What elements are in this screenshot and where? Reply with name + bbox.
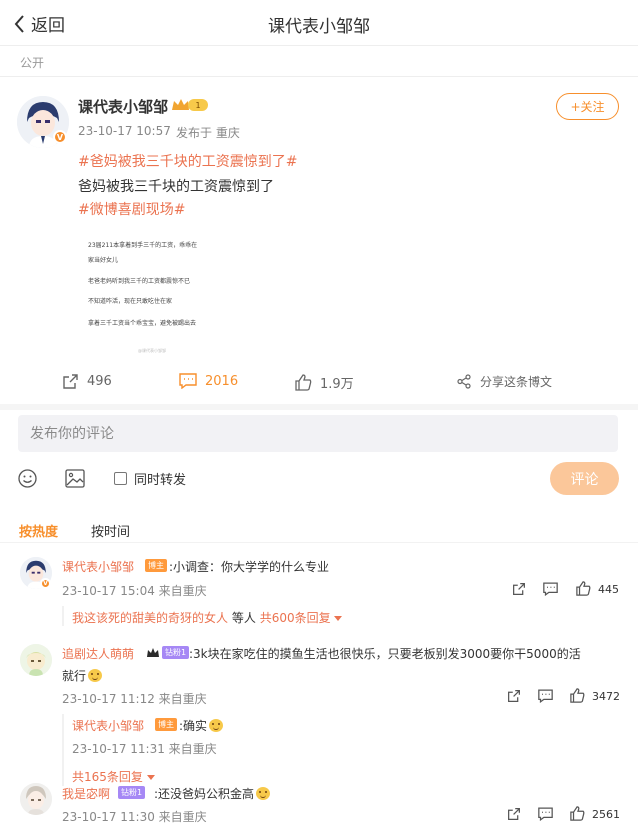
comment-text-wrap: :还没爸妈公积金高 bbox=[154, 785, 271, 802]
reply-time: 23-10-17 11:31 来自重庆 bbox=[72, 742, 217, 756]
avatar-illustration bbox=[20, 644, 52, 676]
comment-input[interactable] bbox=[18, 415, 618, 452]
image-text-line: 不知道咋活，现在只敢吃住在家 bbox=[88, 298, 173, 305]
repost-icon bbox=[63, 374, 78, 389]
caret-down-icon bbox=[334, 616, 343, 621]
comment-like-count: 2561 bbox=[592, 808, 620, 821]
tab-sort-hot[interactable]: 按热度 bbox=[19, 521, 58, 540]
comment-time: 23-10-17 15:04 来自重庆 bbox=[62, 584, 207, 598]
image-text-line: 拿着三千工资当个乖宝宝，避免被踢出去 bbox=[88, 320, 197, 327]
repost-count: 496 bbox=[87, 374, 112, 389]
crown-icon bbox=[147, 648, 159, 657]
crown-level-icon: 1 bbox=[172, 99, 208, 111]
post-time: 23-10-17 10:57 bbox=[78, 124, 171, 138]
caret-down-icon bbox=[146, 775, 155, 780]
comment-like-count: 3472 bbox=[592, 690, 620, 703]
post-author-name[interactable]: 课代表小邹邹 bbox=[78, 96, 168, 117]
post-topic-link-2[interactable]: #微博喜剧现场# bbox=[78, 199, 185, 219]
repost-icon[interactable] bbox=[507, 807, 521, 821]
comment-text: :还没爸妈公积金高 bbox=[154, 787, 255, 801]
comment-time: 23-10-17 11:30 来自重庆 bbox=[62, 810, 207, 824]
repost-button[interactable]: 496 bbox=[62, 373, 112, 390]
more-replies-count: 共165条回复 bbox=[72, 770, 143, 784]
replies-count: 共600条回复 bbox=[259, 611, 331, 625]
share-label: 分享这条博文 bbox=[480, 375, 553, 389]
fan-tag: 钻粉1 bbox=[162, 646, 190, 659]
reply-thread-line bbox=[62, 714, 64, 786]
visibility-label: 公开 bbox=[20, 56, 45, 70]
repost-checkbox[interactable]: 同时转发 bbox=[114, 469, 186, 488]
fan-tag: 钻粉1 bbox=[118, 786, 146, 799]
comment-text-line2: 就行 bbox=[62, 669, 87, 683]
reply-text: :确实 bbox=[179, 719, 208, 733]
emoji-icon[interactable] bbox=[18, 469, 37, 488]
follow-button[interactable]: +关注 bbox=[556, 93, 619, 120]
commenter-name[interactable]: 课代表小邹邹 bbox=[62, 558, 134, 575]
top-bar: 返回 课代表小邹邹 bbox=[0, 0, 638, 46]
reply-author-name[interactable]: 课代表小邹邹 bbox=[72, 717, 144, 734]
verified-badge-icon: V bbox=[53, 130, 67, 144]
avatar-illustration bbox=[20, 783, 52, 815]
comment-text-continued: 就行 bbox=[62, 667, 103, 684]
comment-icon[interactable] bbox=[538, 689, 553, 703]
submit-comment-button[interactable]: 评论 bbox=[550, 462, 619, 495]
like-button[interactable]: 1.9万 bbox=[295, 373, 354, 392]
share-icon bbox=[457, 374, 471, 389]
image-text-line: 23届211本拿着到手三千的工资，乖乖在 bbox=[88, 242, 198, 249]
crown-level-text: 1 bbox=[195, 101, 200, 110]
smile-emoji-icon bbox=[209, 719, 224, 732]
comment-text: :3k块在家吃住的摸鱼生活也很快乐，只要老板别发3000要你干5000的活 bbox=[189, 647, 581, 661]
comment-button[interactable]: 2016 bbox=[179, 373, 238, 389]
post-image[interactable]: 23届211本拿着到手三千的工资，乖乖在 家当好女儿 老爸老妈听到我三千的工资都… bbox=[78, 224, 248, 362]
like-count: 1.9万 bbox=[320, 377, 354, 392]
section-gap bbox=[0, 404, 638, 410]
commenter-avatar[interactable] bbox=[20, 644, 52, 676]
divider bbox=[0, 542, 638, 543]
view-replies-link[interactable]: 我这该死的甜美的奇犽的女人 等人 共600条回复 bbox=[72, 609, 343, 626]
repost-icon[interactable] bbox=[507, 689, 521, 703]
reply-thread-line bbox=[62, 606, 64, 626]
commenter-name[interactable]: 我是宓啊 bbox=[62, 785, 110, 802]
host-tag: 博主 bbox=[155, 718, 177, 731]
thumbs-up-icon[interactable] bbox=[570, 688, 585, 703]
thumbs-up-icon[interactable] bbox=[576, 581, 591, 596]
divider bbox=[0, 76, 638, 77]
comment-icon bbox=[179, 373, 197, 389]
host-tag: 博主 bbox=[145, 559, 167, 572]
repost-checkbox-label: 同时转发 bbox=[134, 473, 187, 488]
comment-icon[interactable] bbox=[538, 807, 553, 821]
comment-like-count: 445 bbox=[598, 583, 619, 596]
image-watermark: @课代表小邹邹 bbox=[138, 348, 166, 353]
verified-badge-icon: V bbox=[40, 578, 51, 589]
share-button[interactable]: 分享这条博文 bbox=[457, 373, 552, 390]
comment-time: 23-10-17 11:12 来自重庆 bbox=[62, 692, 207, 706]
comment-icon[interactable] bbox=[543, 582, 558, 596]
thumbs-up-icon[interactable] bbox=[570, 806, 585, 821]
image-text-line: 老爸老妈听到我三千的工资都震惊不已 bbox=[88, 278, 191, 285]
replies-user: 我这该死的甜美的奇犽的女人 bbox=[72, 611, 229, 625]
image-upload-icon[interactable] bbox=[65, 469, 85, 488]
smile-emoji-icon bbox=[256, 787, 271, 800]
smile-emoji-icon bbox=[88, 669, 103, 682]
checkbox-box[interactable] bbox=[114, 472, 127, 485]
commenter-name[interactable]: 追剧达人萌萌 bbox=[62, 645, 134, 662]
thumbs-up-icon bbox=[295, 374, 312, 391]
comment-text: :小调查：你大学学的什么专业 bbox=[169, 560, 330, 574]
post-text: 爸妈被我三千块的工资震惊到了 bbox=[78, 179, 274, 195]
repost-icon[interactable] bbox=[512, 582, 526, 596]
tab-sort-time[interactable]: 按时间 bbox=[91, 521, 130, 540]
commenter-avatar[interactable] bbox=[20, 783, 52, 815]
comment-count: 2016 bbox=[205, 373, 239, 389]
post-topic-link[interactable]: #爸妈被我三千块的工资震惊到了# bbox=[78, 151, 297, 171]
post-location: 发布于 重庆 bbox=[176, 126, 240, 140]
reply-text-wrap: :确实 bbox=[179, 717, 224, 734]
page-title: 课代表小邹邹 bbox=[268, 17, 370, 37]
view-more-replies-link[interactable]: 共165条回复 bbox=[72, 768, 155, 785]
image-text-line: 家当好女儿 bbox=[88, 257, 119, 264]
replies-and-others: 等人 bbox=[231, 611, 256, 625]
